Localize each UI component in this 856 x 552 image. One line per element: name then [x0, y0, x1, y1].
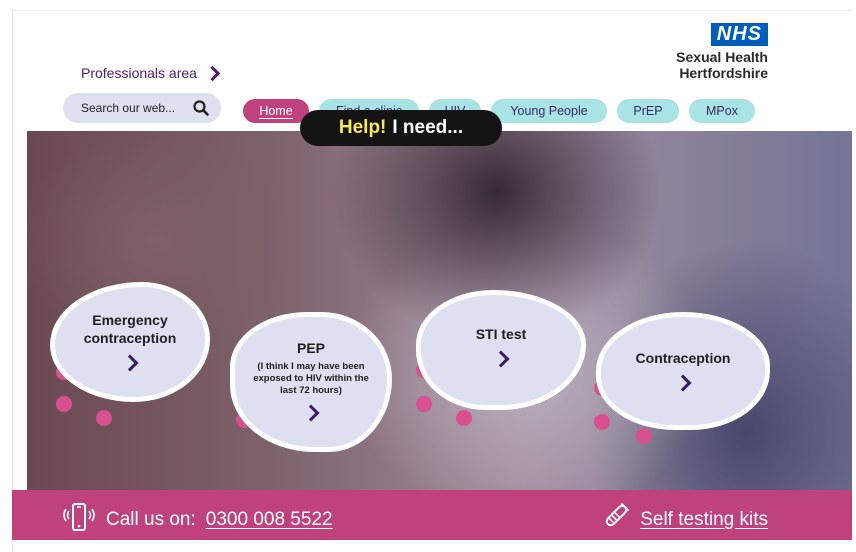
card-contraception[interactable]: Contraception: [596, 312, 770, 430]
decor-dot: [416, 396, 432, 412]
card-pep[interactable]: PEP (I think I may have been exposed to …: [230, 312, 392, 452]
card-title: Contraception: [635, 350, 731, 366]
nhs-logo-badge: NHS: [710, 23, 768, 46]
logo-line-2: Hertfordshire: [679, 65, 768, 81]
search-input[interactable]: Search our web...: [63, 93, 221, 123]
self-testing-kits-link[interactable]: Self testing kits: [600, 502, 768, 538]
chevron-right-icon: [121, 354, 139, 372]
chevron-right-icon: [674, 374, 692, 392]
nav-home[interactable]: Home: [243, 99, 309, 123]
card-title: Emergency: [92, 312, 168, 328]
search-icon[interactable]: [193, 100, 209, 116]
call-label: Call us on:: [106, 509, 196, 530]
decor-dot: [636, 428, 652, 444]
professionals-area-label: Professionals area: [81, 65, 197, 81]
search-placeholder: Search our web...: [81, 101, 176, 115]
contact-bar: Call us on: 0300 008 5522 Self testing k…: [12, 490, 852, 540]
self-testing-kits-label: Self testing kits: [640, 509, 768, 530]
site-logo[interactable]: NHS Sexual Health Hertfordshire: [676, 23, 768, 81]
help-highlight: Help!: [338, 117, 387, 138]
phone-number-link[interactable]: 0300 008 5522: [206, 509, 333, 531]
decor-dot: [96, 410, 112, 426]
call-us: Call us on: 0300 008 5522: [62, 502, 333, 538]
test-tube-icon: [600, 502, 630, 538]
nav-prep[interactable]: PrEP: [617, 99, 679, 123]
card-title: contraception: [83, 330, 177, 346]
card-title: PEP: [296, 340, 325, 356]
chevron-right-icon: [492, 350, 510, 368]
nav-mpox[interactable]: MPox: [689, 99, 755, 123]
card-title: STI test: [475, 326, 527, 342]
logo-line-1: Sexual Health: [676, 49, 768, 65]
page-frame: Professionals area NHS Sexual Health Her…: [12, 10, 852, 552]
help-banner: Help! I need...: [300, 110, 502, 146]
chevron-right-icon: [204, 65, 221, 81]
card-subtitle: (I think I may have been exposed to HIV …: [253, 361, 369, 396]
professionals-area-link[interactable]: Professionals area: [81, 65, 221, 81]
chevron-right-icon: [302, 404, 320, 422]
decor-dot: [594, 414, 610, 430]
phone-icon: [62, 502, 96, 538]
decor-dot: [56, 396, 72, 412]
help-text: I need...: [392, 117, 464, 138]
nav-young-people[interactable]: Young People: [491, 99, 607, 123]
decor-dot: [456, 410, 472, 426]
